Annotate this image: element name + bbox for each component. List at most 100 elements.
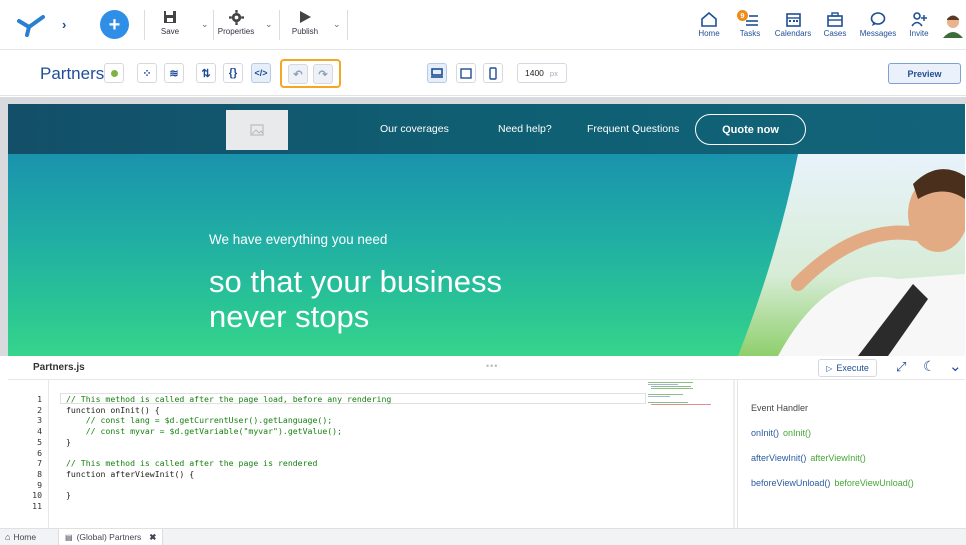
- code-braces-button[interactable]: {}: [223, 63, 243, 83]
- tasks-badge: 9: [737, 10, 748, 21]
- code-line: // const myvar = $d.getVariable("myvar")…: [66, 426, 343, 437]
- execute-button[interactable]: ▷ Execute: [818, 359, 877, 377]
- code-line: }: [66, 436, 71, 447]
- line-number: 3: [37, 415, 42, 426]
- page-title: Partners: [40, 64, 105, 83]
- nav-tasks-label: Tasks: [739, 29, 761, 38]
- status-toggle[interactable]: [104, 63, 124, 83]
- canvas-width-input[interactable]: 1400 px: [517, 63, 567, 83]
- line-number: 6: [37, 447, 42, 458]
- resize-handle-icon[interactable]: •••: [486, 361, 498, 371]
- publish-dropdown-chevron-icon[interactable]: ⌄: [333, 20, 341, 29]
- code-minimap[interactable]: [648, 380, 735, 528]
- site-nav-faq[interactable]: Frequent Questions: [587, 123, 679, 135]
- event-item-oninit[interactable]: onInit() onInit(): [751, 428, 811, 438]
- dark-mode-moon-icon[interactable]: ☾: [923, 358, 936, 375]
- components-button[interactable]: ⁘: [137, 63, 157, 83]
- minimap-line: [648, 394, 683, 395]
- desktop-view-button[interactable]: [427, 63, 447, 83]
- undo-button[interactable]: ↶: [288, 64, 308, 84]
- page-icon: ▤: [65, 532, 73, 542]
- chat-bubble-icon: [870, 12, 886, 26]
- redo-button[interactable]: ↷: [313, 64, 333, 84]
- properties-label: Properties: [217, 27, 255, 36]
- canvas-width-value: 1400: [525, 68, 544, 78]
- event-handler-link[interactable]: onInit(): [783, 428, 811, 438]
- code-editor-header: Partners.js ••• ▷ Execute ⤢ ☾ ⌄: [8, 356, 965, 380]
- minimap-line: [648, 396, 670, 397]
- divider: [347, 10, 348, 40]
- code-line: // This method is called after the page …: [66, 394, 392, 404]
- properties-dropdown-chevron-icon[interactable]: ⌄: [265, 20, 273, 29]
- nav-invite[interactable]: Invite: [906, 12, 932, 38]
- nav-messages[interactable]: Messages: [858, 12, 898, 38]
- code-editor[interactable]: 1 // This method is called after the page…: [8, 380, 735, 528]
- top-toolbar: › + Save ⌄ Properties ⌄ Publish ⌄ Home T…: [0, 0, 966, 50]
- nav-home[interactable]: Home: [696, 12, 722, 38]
- minimap-line: [651, 386, 691, 387]
- code-line: // const lang = $d.getCurrentUser().getL…: [66, 415, 333, 426]
- editor-filename: Partners.js: [33, 362, 85, 373]
- preview-button[interactable]: Preview: [888, 63, 961, 84]
- page-canvas[interactable]: Our coverages Need help? Frequent Questi…: [8, 104, 965, 356]
- image-placeholder-icon: [250, 124, 264, 136]
- gutter-line: [48, 380, 49, 528]
- divider: [279, 10, 280, 40]
- canvas-ruler: [0, 97, 966, 104]
- nav-home-label: Home: [698, 29, 720, 38]
- nav-cases[interactable]: Cases: [822, 12, 848, 38]
- line-number: 8: [37, 468, 42, 479]
- app-logo-icon[interactable]: [17, 13, 47, 37]
- publish-button[interactable]: Publish: [288, 10, 322, 36]
- event-handler-link[interactable]: afterViewInit(): [810, 453, 865, 463]
- add-button[interactable]: +: [100, 10, 129, 39]
- layers-button[interactable]: ≋: [164, 63, 184, 83]
- tab-partners-label: (Global) Partners: [76, 532, 142, 542]
- maximize-icon[interactable]: ⤢: [896, 359, 906, 375]
- expand-chevron-icon[interactable]: ›: [62, 17, 66, 32]
- hero-headline-line2: never stops: [209, 299, 370, 334]
- hero-headline-line1: so that your business: [209, 264, 502, 299]
- save-button[interactable]: Save: [157, 10, 183, 36]
- hero-kicker: We have everything you need: [209, 232, 388, 247]
- event-item-afterviewinit[interactable]: afterViewInit() afterViewInit(): [751, 453, 866, 463]
- home-icon: [701, 12, 717, 27]
- tab-partners[interactable]: ▤ (Global) Partners ✖: [58, 529, 164, 545]
- user-avatar[interactable]: [942, 14, 964, 38]
- data-button[interactable]: ⇅: [196, 63, 216, 83]
- line-number: 10: [32, 490, 42, 501]
- nav-calendars[interactable]: Calendars: [773, 12, 813, 38]
- site-nav-coverages[interactable]: Our coverages: [380, 123, 449, 135]
- site-nav-help[interactable]: Need help?: [498, 123, 552, 135]
- play-icon: ▷: [826, 363, 833, 373]
- nav-calendars-label: Calendars: [774, 29, 812, 38]
- tablet-icon: [460, 67, 472, 79]
- event-handler-title: Event Handler: [751, 403, 809, 413]
- bottom-tab-bar: ⌂ Home ▤ (Global) Partners ✖: [0, 528, 966, 545]
- editor-scrollbar[interactable]: [733, 380, 735, 528]
- collapse-chevron-icon[interactable]: ⌄: [949, 357, 962, 375]
- code-tag-icon: </>: [254, 68, 268, 78]
- tab-home[interactable]: ⌂ Home: [5, 532, 36, 542]
- hero-person-image: [738, 154, 965, 356]
- save-label: Save: [160, 27, 180, 36]
- site-logo-placeholder[interactable]: [226, 110, 288, 150]
- save-dropdown-chevron-icon[interactable]: ⌄: [201, 20, 209, 29]
- minimap-line: [648, 402, 688, 403]
- tablet-view-button[interactable]: [456, 63, 476, 83]
- line-number: 4: [37, 426, 42, 437]
- line-number: 11: [32, 501, 42, 511]
- play-icon: [300, 11, 311, 23]
- event-method: beforeViewUnload(): [751, 478, 831, 488]
- redo-icon: ↷: [318, 68, 328, 81]
- source-code-button[interactable]: </>: [251, 63, 271, 83]
- event-item-beforeviewunload[interactable]: beforeViewUnload() beforeViewUnload(): [751, 478, 914, 488]
- code-line: function afterViewInit() {: [66, 468, 195, 479]
- data-icon: ⇅: [201, 67, 211, 80]
- line-number: 5: [37, 436, 42, 447]
- event-handler-link[interactable]: beforeViewUnload(): [834, 478, 913, 488]
- mobile-view-button[interactable]: [483, 63, 503, 83]
- status-dot-icon: [110, 69, 118, 77]
- close-tab-icon[interactable]: ✖: [149, 532, 156, 543]
- properties-button[interactable]: Properties: [213, 10, 259, 36]
